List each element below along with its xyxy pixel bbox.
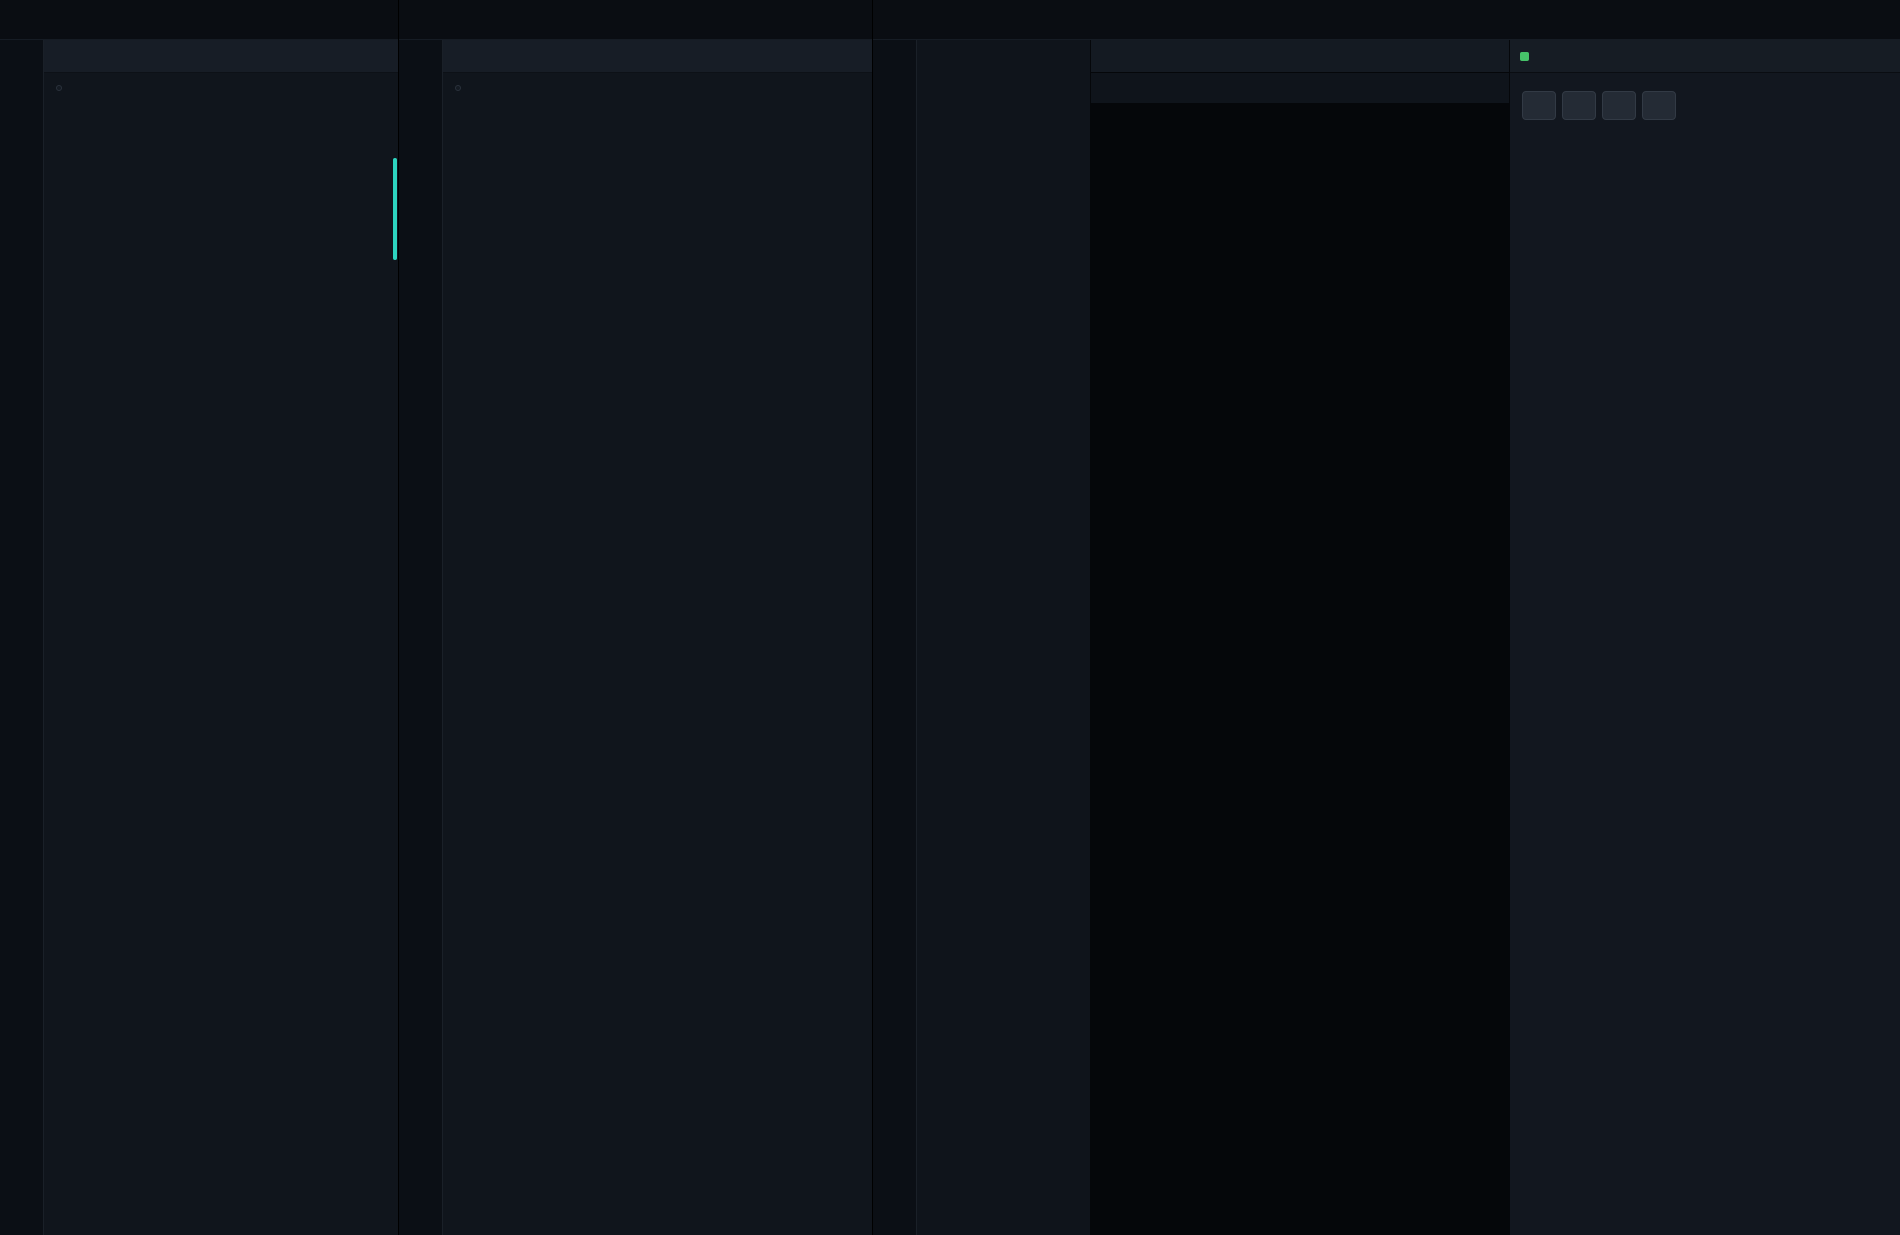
delete-app-icon[interactable]	[633, 13, 648, 28]
flecs-logo-icon[interactable]	[883, 9, 905, 31]
flecs-logo-icon[interactable]	[409, 9, 431, 31]
titlebar	[0, 0, 398, 40]
inspector-toolbar	[1510, 91, 1900, 132]
world-panel-header[interactable]	[443, 40, 872, 73]
entity-color-icon	[1520, 52, 1529, 61]
flecs-logo-icon[interactable]	[10, 9, 32, 31]
entity-tree	[917, 40, 1091, 1235]
parent-row	[1510, 73, 1900, 91]
delete-button[interactable]	[1642, 91, 1676, 120]
query-panel	[1091, 40, 1509, 1235]
titlebar	[399, 0, 872, 40]
query-header	[1091, 40, 1509, 73]
world-stats-window	[399, 0, 873, 1235]
save-button[interactable]	[1602, 91, 1636, 120]
query-results-table	[1091, 73, 1509, 103]
pipeline-panel-header[interactable]	[44, 40, 398, 73]
delete-app-icon[interactable]	[1384, 13, 1399, 28]
time-range-selector	[56, 85, 62, 91]
entity-inspector	[1509, 40, 1900, 1235]
time-range-selector	[455, 85, 461, 91]
titlebar	[873, 0, 1900, 40]
tool-sidebar	[873, 40, 917, 1235]
scrollbar-thumb[interactable]	[393, 158, 397, 260]
explorer-window	[873, 0, 1900, 1235]
tree-view-button[interactable]	[1522, 91, 1556, 120]
tool-sidebar	[399, 40, 443, 1235]
disable-button[interactable]	[1562, 91, 1596, 120]
pipeline-stats-window	[0, 0, 399, 1235]
inspector-header	[1510, 40, 1900, 73]
tool-sidebar	[0, 40, 44, 1235]
delete-app-icon[interactable]	[287, 13, 302, 28]
